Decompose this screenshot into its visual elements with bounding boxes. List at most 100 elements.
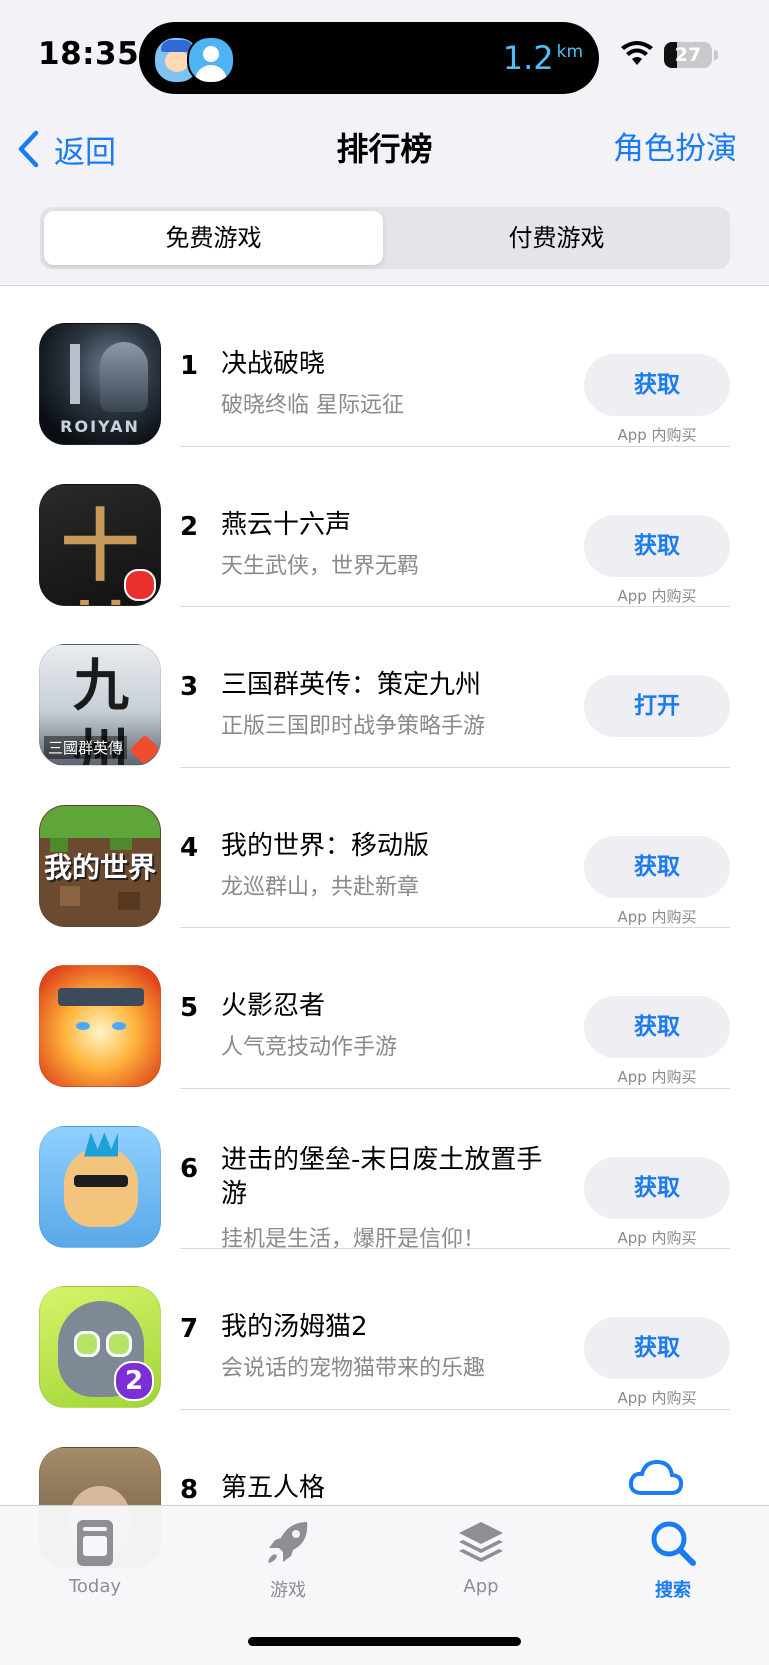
headband-shape <box>58 988 144 1006</box>
game-icon-5[interactable] <box>39 965 161 1087</box>
in-app-purchase-label: App 内购买 <box>617 1068 697 1086</box>
number-badge: 2 <box>114 1361 154 1401</box>
status-time: 18:35 <box>38 36 140 72</box>
battery-cap <box>714 50 718 60</box>
rank-number: 4 <box>180 832 199 863</box>
tab-label: 游戏 <box>270 1580 306 1601</box>
tab-apps[interactable]: App <box>411 1518 551 1597</box>
wifi-icon <box>621 41 653 65</box>
list-item[interactable]: 十廾 2 燕云十六声 天生武侠，世界无羁 获取 App 内购买 <box>0 446 769 607</box>
status-bar: 18:35 1.2 km 27 <box>0 0 769 110</box>
distance-readout: 1.2 km <box>503 39 583 77</box>
app-title[interactable]: 我的汤姆猫2 <box>221 1310 551 1344</box>
search-icon <box>651 1521 696 1566</box>
in-app-purchase-label: App 内购买 <box>617 1389 697 1407</box>
rank-number: 1 <box>180 351 199 381</box>
get-button[interactable]: 获取 <box>584 1156 730 1219</box>
list-item[interactable]: 2 7 我的汤姆猫2 会说话的宠物猫带来的乐趣 获取 App 内购买 <box>0 1248 769 1410</box>
download-cloud-icon[interactable] <box>628 1457 684 1497</box>
segment-free-games[interactable]: 免费游戏 <box>44 211 383 265</box>
app-subtitle: 破晓终临 星际远征 <box>221 393 404 418</box>
eye-shape <box>74 1331 100 1357</box>
list-item[interactable]: 5 火影忍者 人气竞技动作手游 获取 App 内购买 <box>0 927 769 1089</box>
glasses-shape <box>74 1174 128 1187</box>
list-item[interactable]: 6 进击的堡垒-末日废土放置手游 挂机是生活，爆肝是信仰！ 获取 App 内购买 <box>0 1088 769 1252</box>
tower-shape <box>70 344 80 404</box>
header-area: 18:35 1.2 km 27 返回 排行榜 角色扮演 免费游戏 付费游戏 <box>0 0 769 286</box>
pixel-block <box>60 885 80 906</box>
icon-subtext: 三國群英傳 <box>44 736 128 759</box>
eye-shape <box>76 1022 90 1030</box>
rocket-icon <box>268 1522 308 1563</box>
rank-number: 6 <box>180 1153 199 1184</box>
game-icon-4[interactable]: 我的世界 <box>39 804 161 927</box>
app-subtitle: 人气竞技动作手游 <box>221 1035 398 1060</box>
get-button[interactable]: 获取 <box>584 996 730 1058</box>
tab-label: 搜索 <box>655 1580 691 1601</box>
list-item[interactable]: 我的世界 4 我的世界：移动版 龙巡群山，共赴新章 获取 App 内购买 <box>0 767 769 928</box>
list-item[interactable]: 九州 三國群英傳 3 三国群英传：策定九州 正版三国即时战争策略手游 打开 <box>0 606 769 768</box>
get-button[interactable]: 获取 <box>584 1317 730 1379</box>
game-icon-6[interactable] <box>39 1125 161 1248</box>
eye-shape <box>106 1331 132 1357</box>
grass-block <box>40 805 160 838</box>
tab-search[interactable]: 搜索 <box>603 1518 743 1602</box>
back-button[interactable]: 返回 <box>16 124 116 174</box>
rank-number: 7 <box>180 1314 199 1344</box>
app-subtitle: 天生武侠，世界无羁 <box>221 553 420 579</box>
tab-today[interactable]: Today <box>25 1518 165 1597</box>
hair-shape <box>84 1132 118 1157</box>
game-icon-3[interactable]: 九州 三國群英傳 <box>39 644 161 766</box>
game-icon-1[interactable]: ROIYAN <box>39 323 161 445</box>
app-subtitle: 龙巡群山，共赴新章 <box>221 874 420 900</box>
distance-value: 1.2 <box>502 39 554 77</box>
app-title[interactable]: 决战破晓 <box>221 347 551 381</box>
app-title[interactable]: 三国群英传：策定九州 <box>221 668 551 702</box>
rank-number: 8 <box>180 1474 199 1505</box>
stack-icon <box>459 1522 503 1562</box>
today-icon <box>77 1520 113 1566</box>
distance-unit: km <box>556 42 583 62</box>
person-icon <box>187 36 235 84</box>
in-app-purchase-label: App 内购买 <box>617 1228 697 1247</box>
app-title[interactable]: 第五人格 <box>221 1471 551 1505</box>
dynamic-island[interactable]: 1.2 km <box>139 22 599 94</box>
rank-number: 3 <box>180 672 199 702</box>
hamster-shape <box>64 1146 138 1227</box>
get-button[interactable]: 获取 <box>584 514 730 577</box>
tab-games[interactable]: 游戏 <box>218 1518 358 1602</box>
icon-glyph: 我的世界 <box>43 850 156 884</box>
game-icon-2[interactable]: 十廾 <box>39 483 161 606</box>
chevron-left-icon <box>18 130 39 168</box>
icon-brand-text: ROIYAN <box>60 417 140 436</box>
in-app-purchase-label: App 内购买 <box>617 907 697 926</box>
ranking-list: ROIYAN 1 决战破晓 破晓终临 星际远征 获取 App 内购买 十廾 2 … <box>0 285 769 1569</box>
tab-label: App <box>463 1576 499 1597</box>
app-title[interactable]: 我的世界：移动版 <box>221 829 551 863</box>
back-label: 返回 <box>54 134 116 171</box>
app-subtitle: 正版三国即时战争策略手游 <box>221 714 486 739</box>
rank-number: 5 <box>180 993 199 1023</box>
rank-number: 2 <box>180 511 199 542</box>
segmented-control: 免费游戏 付费游戏 <box>40 207 730 269</box>
eye-shape <box>112 1022 126 1030</box>
list-item[interactable]: ROIYAN 1 决战破晓 破晓终临 星际远征 获取 App 内购买 <box>0 285 769 447</box>
get-button[interactable]: 获取 <box>584 835 730 898</box>
in-app-purchase-label: App 内购买 <box>617 426 697 444</box>
get-button[interactable]: 获取 <box>584 354 730 416</box>
segment-paid-games[interactable]: 付费游戏 <box>387 211 726 265</box>
game-icon-7[interactable]: 2 <box>39 1286 161 1408</box>
category-button[interactable]: 角色扮演 <box>613 124 737 174</box>
pixel-block <box>118 891 140 910</box>
app-store-screen: 18:35 1.2 km 27 返回 排行榜 角色扮演 免费游戏 付费游戏 RO… <box>0 0 769 1665</box>
robot-shape <box>100 342 148 412</box>
netease-badge-icon <box>124 568 156 601</box>
tab-label: Today <box>68 1576 122 1597</box>
app-title[interactable]: 进击的堡垒-末日废土放置手游 <box>221 1143 551 1211</box>
app-title[interactable]: 燕云十六声 <box>221 508 551 542</box>
home-indicator[interactable] <box>248 1637 521 1646</box>
battery-icon: 27 <box>664 42 712 68</box>
battery-level: 27 <box>674 44 702 66</box>
app-title[interactable]: 火影忍者 <box>221 989 551 1023</box>
open-button[interactable]: 打开 <box>584 675 730 737</box>
